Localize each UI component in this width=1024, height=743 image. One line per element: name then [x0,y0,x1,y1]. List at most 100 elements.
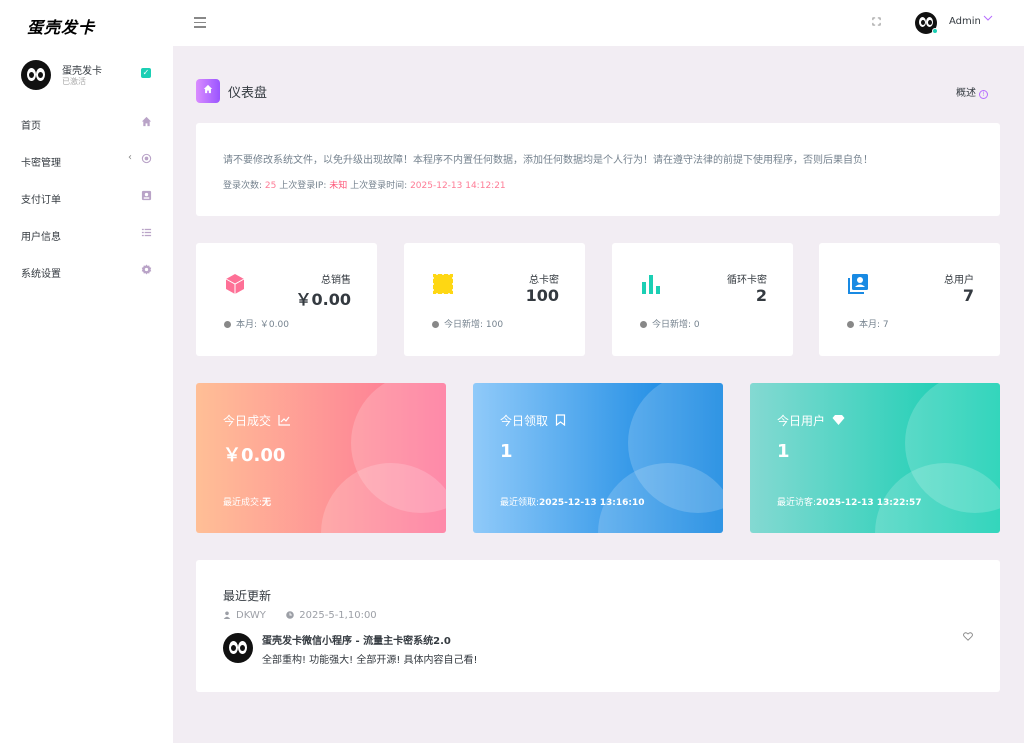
chevron-down-icon[interactable] [983,14,993,25]
update-meta: DKWY 2025-5-1,10:00 [223,610,377,621]
login-count-label: 登录次数: [223,181,263,191]
gear-icon [141,264,152,278]
user-icon [223,611,231,619]
profile-name: 蛋壳发卡 [62,66,102,77]
user-avatar[interactable] [915,12,938,34]
sidebar-item-label: 首页 [21,121,41,132]
brand-logo[interactable]: 蛋壳发卡 [27,14,95,38]
contact-card-icon [141,190,152,204]
update-headline: 蛋壳发卡微信小程序 - 流量主卡密系统2.0 [262,632,451,647]
stat-foot: 本月: 7 [847,317,889,330]
card-title: 今日用户 [777,412,845,429]
today-claims-card: 今日领取 1 最近领取:2025-12-13 13:16:10 [473,383,723,533]
online-status-dot [932,28,938,34]
page-title: 仪表盘 [228,86,268,101]
card-foot-value: 2025-12-13 13:16:10 [539,498,645,508]
user-name[interactable]: Admin [949,16,981,27]
info-dot-icon [224,321,231,328]
stat-foot: 本月: ￥0.00 [224,317,289,330]
sidebar-item-label: 用户信息 [21,232,61,243]
sidebar-item-orders[interactable]: 支付订单 [21,187,152,207]
update-item[interactable]: 蛋壳发卡微信小程序 - 流量主卡密系统2.0 全部重构! 功能强大! 全部开源!… [223,632,973,666]
stat-foot-text: 今日新增: 100 [444,320,504,330]
stat-value: 7 [962,286,974,305]
stat-card-total-users: 总用户 7 本月: 7 [819,243,1000,356]
sidebar-profile[interactable]: 蛋壳发卡 已激活 ✓ [21,60,156,90]
stat-label: 总卡密 [529,275,559,286]
card-title: 今日成交 [223,412,291,429]
heart-icon[interactable] [963,632,973,644]
stat-label: 循环卡密 [727,275,767,286]
section-title: 最近更新 [223,589,272,603]
info-dot-icon [847,321,854,328]
sidebar-item-home[interactable]: 首页 [21,113,152,133]
card-foot: 最近领取:2025-12-13 13:16:10 [500,495,645,508]
notice-card: 请不要修改系统文件，以免升级出现故障！本程序不内置任何数据，添加任何数据均是个人… [196,123,1000,216]
stat-foot: 今日新增: 100 [432,317,503,330]
stat-foot-text: 本月: 7 [859,320,889,330]
login-info: 登录次数: 25 上次登录IP: 未知 上次登录时间: 2025-12-13 1… [223,178,506,191]
card-value: 1 [500,441,513,462]
contacts-icon [847,273,869,295]
card-foot-value: 2025-12-13 13:22:57 [816,498,922,508]
info-icon: ! [979,90,988,99]
bar-chart-icon [640,273,662,295]
card-value: 1 [777,441,790,462]
today-users-card: 今日用户 1 最近访客:2025-12-13 13:22:57 [750,383,1000,533]
avatar [21,60,51,90]
stat-label: 总用户 [944,275,974,286]
login-count: 25 [264,181,277,191]
list-icon [141,227,152,241]
sidebar-item-label: 卡密管理 [21,158,61,169]
home-icon [196,79,220,103]
overview-link[interactable]: 概述! [956,84,988,99]
cube-icon [224,273,246,295]
stat-card-total-sales: 总销售 ￥0.00 本月: ￥0.00 [196,243,377,356]
avatar [223,633,253,663]
stat-foot: 今日新增: 0 [640,317,700,330]
stat-foot-text: 今日新增: 0 [652,320,700,330]
card-title-text: 今日成交 [223,414,272,428]
card-foot-label: 最近访客: [777,498,817,508]
bookmark-check-icon: ✓ [141,68,151,78]
card-foot-value: 无 [262,498,272,508]
stat-value: 100 [525,286,559,305]
update-body: 全部重构! 功能强大! 全部开源! 具体内容自己看! [262,655,478,666]
menu-toggle-icon[interactable] [194,17,206,28]
last-time-label: 上次登录时间: [350,181,408,191]
info-dot-icon [432,321,439,328]
profile-status: 已激活 [62,77,86,86]
card-title-text: 今日用户 [777,414,826,428]
sidebar-item-label: 支付订单 [21,195,61,206]
update-author: DKWY [236,610,266,621]
recent-updates-card: 最近更新 DKWY 2025-5-1,10:00 蛋壳发卡微信小程序 - 流量主… [196,560,1000,692]
sidebar-item-users[interactable]: 用户信息 [21,224,152,244]
stat-value: ￥0.00 [295,290,351,309]
last-ip-label: 上次登录IP: [279,181,327,191]
stat-card-total-cards: 总卡密 100 今日新增: 100 [404,243,585,356]
sidebar-item-settings[interactable]: 系统设置 [21,261,152,281]
today-sales-card: 今日成交 ￥0.00 最近成交:无 [196,383,446,533]
sidebar-item-card-manage[interactable]: 卡密管理 ‹ [21,150,152,170]
home-icon [141,116,152,130]
chevron-left-icon[interactable]: ‹ [128,152,132,163]
bookmark-icon [555,414,565,427]
topbar: Admin [173,0,1024,46]
sidebar: 蛋壳发卡 蛋壳发卡 已激活 ✓ 首页 卡密管理 ‹ 支付订单 用户信息 系统设置 [0,0,173,743]
stat-value: 2 [755,286,767,305]
info-dot-icon [640,321,647,328]
stat-label: 总销售 [321,275,351,286]
card-foot-label: 最近领取: [500,498,540,508]
last-time: 2025-12-13 14:12:21 [410,181,506,191]
crosshair-icon [141,153,152,167]
notice-text: 请不要修改系统文件，以免升级出现故障！本程序不内置任何数据，添加任何数据均是个人… [223,155,873,166]
card-foot: 最近访客:2025-12-13 13:22:57 [777,495,922,508]
card-title: 今日领取 [500,412,566,429]
clock-icon [286,611,295,619]
diamond-icon [832,415,845,425]
card-foot-label: 最近成交: [223,498,263,508]
stat-foot-text: 本月: ￥0.00 [236,320,289,330]
stat-card-loop-cards: 循环卡密 2 今日新增: 0 [612,243,793,356]
sidebar-item-label: 系统设置 [21,269,61,280]
fullscreen-icon[interactable] [872,17,881,29]
